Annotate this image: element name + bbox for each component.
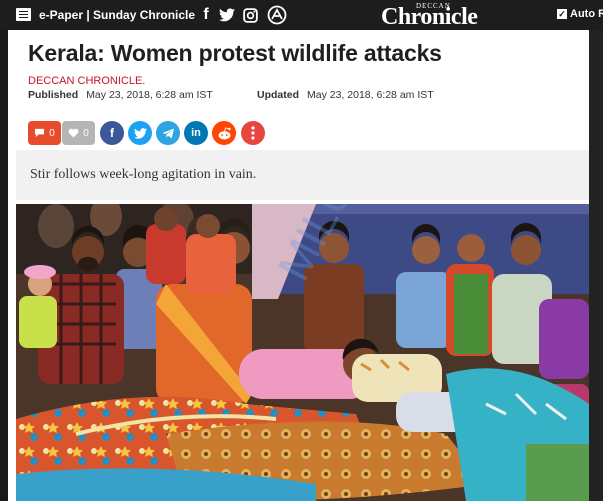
share-telegram-button[interactable] — [156, 121, 180, 145]
epaper-nav-link[interactable]: e-Paper | Sunday Chronicle — [39, 8, 195, 22]
page-side-strip — [589, 30, 603, 501]
top-navigation-bar: e-Paper | Sunday Chronicle f DECCAN Chro… — [0, 0, 603, 30]
article-summary-box: Stir follows week-long agitation in vain… — [16, 150, 589, 200]
auto-refresh-label: Auto Re — [570, 8, 603, 20]
twitter-icon — [133, 127, 147, 139]
share-linkedin-button[interactable]: in — [184, 121, 208, 145]
instagram-icon[interactable] — [240, 5, 260, 25]
share-twitter-button[interactable] — [128, 121, 152, 145]
auto-refresh-toggle[interactable]: ✓ Auto Re — [557, 8, 603, 20]
comment-count: 0 — [49, 127, 55, 139]
facebook-icon[interactable]: f — [196, 5, 216, 25]
circle-logo-icon[interactable] — [267, 5, 287, 25]
linkedin-icon: in — [191, 127, 201, 139]
comment-icon — [35, 128, 45, 138]
article-source[interactable]: DECCAN CHRONICLE. — [28, 75, 145, 87]
comment-count-button[interactable]: 0 — [28, 121, 61, 145]
reddit-icon — [218, 126, 231, 139]
facebook-icon: f — [110, 126, 114, 140]
newspaper-icon[interactable] — [16, 8, 31, 21]
like-count: 0 — [83, 127, 89, 139]
article-headline: Kerala: Women protest wildlife attacks — [28, 40, 442, 66]
checkbox-checked-icon[interactable]: ✓ — [557, 9, 567, 19]
more-options-button[interactable] — [241, 121, 265, 145]
share-reddit-button[interactable] — [212, 121, 236, 145]
heart-icon — [68, 128, 79, 138]
article-photo: MIL681321 — [16, 204, 589, 501]
deccan-chronicle-logo[interactable]: DECCAN Chronicle — [381, 1, 493, 30]
like-count-button[interactable]: 0 — [62, 121, 95, 145]
twitter-icon[interactable] — [217, 5, 237, 25]
updated-date: Updated May 23, 2018, 6:28 am IST — [257, 89, 434, 101]
share-facebook-button[interactable]: f — [100, 121, 124, 145]
published-date: Published May 23, 2018, 6:28 am IST — [28, 89, 213, 101]
protest-photo-illustration — [16, 204, 589, 501]
telegram-icon — [162, 128, 174, 138]
more-vertical-icon — [251, 126, 255, 140]
article-summary: Stir follows week-long agitation in vain… — [30, 167, 257, 182]
